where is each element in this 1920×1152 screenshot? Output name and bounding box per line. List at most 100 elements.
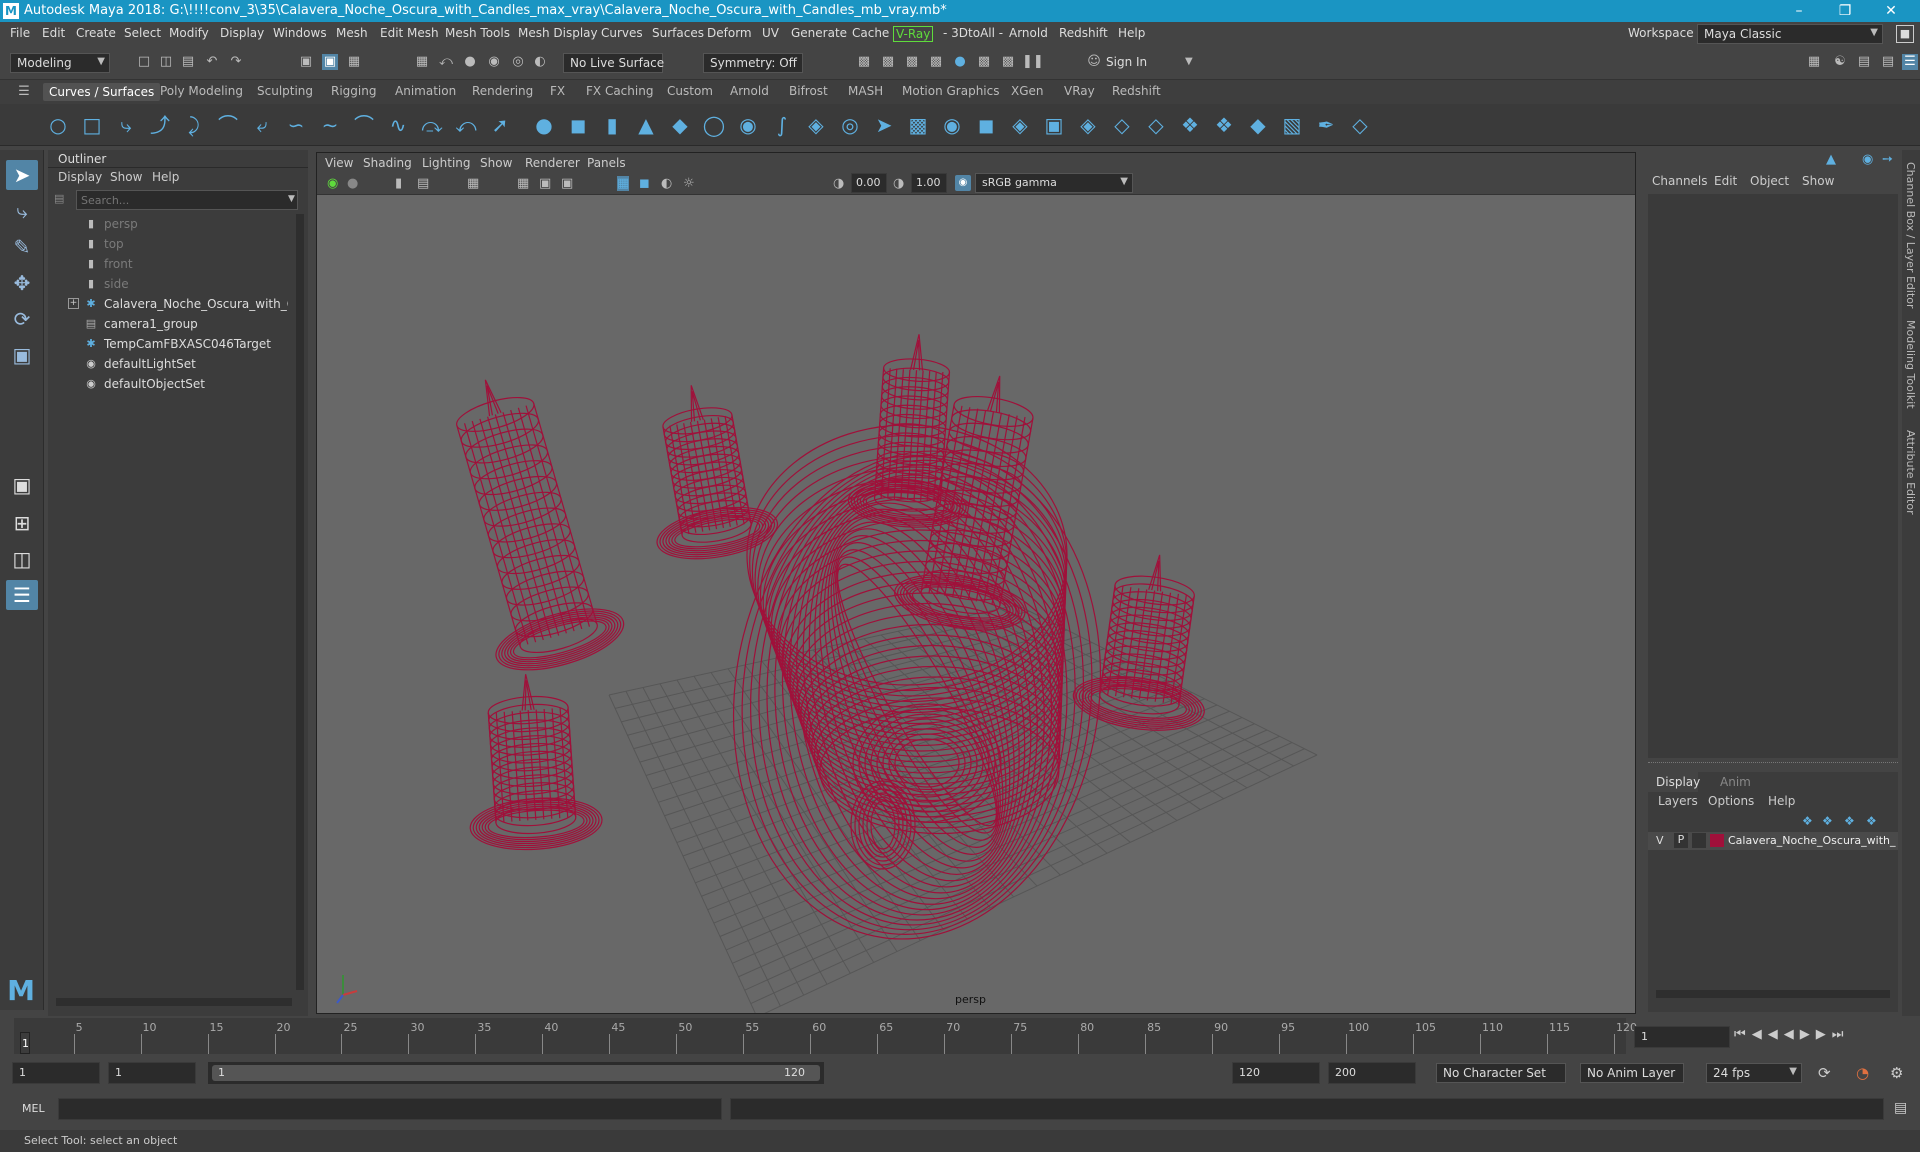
- grid-icon[interactable]: ▦: [467, 176, 479, 191]
- sculpt-surface-icon[interactable]: ✒: [1314, 113, 1338, 137]
- filter-icon[interactable]: ▤: [54, 192, 64, 205]
- lasso-tool-icon[interactable]: ⤷: [6, 196, 38, 226]
- viewport-scene[interactable]: [317, 195, 1635, 1013]
- revolve-icon[interactable]: ◉: [736, 113, 760, 137]
- tab-xgen[interactable]: XGen: [1011, 84, 1044, 98]
- layer-display-type[interactable]: [1692, 833, 1706, 848]
- arc-icon[interactable]: ⌒: [216, 113, 240, 137]
- lock-icon[interactable]: ■: [1896, 25, 1914, 43]
- snap-grid-icon[interactable]: ▦: [414, 54, 430, 70]
- move-tool-icon[interactable]: ✥: [6, 268, 38, 298]
- outliner-item-front[interactable]: ▮ front: [48, 254, 288, 274]
- tab-custom[interactable]: Custom: [667, 84, 713, 98]
- outliner-menu-display[interactable]: Display: [58, 170, 102, 184]
- outliner-horizontal-scrollbar[interactable]: [56, 998, 292, 1006]
- channelbox-menu-channels[interactable]: Channels: [1652, 174, 1708, 188]
- outliner-item-calavera[interactable]: + ✱ Calavera_Noche_Oscura_with_Candles: [48, 294, 288, 314]
- tab-fx-caching[interactable]: FX Caching: [586, 84, 653, 98]
- viewport-menu-view[interactable]: View: [325, 156, 353, 170]
- maximize-icon[interactable]: ❐: [1822, 0, 1868, 22]
- extend-curve-icon[interactable]: ⤺: [454, 113, 478, 137]
- single-perspective-layout-icon[interactable]: ▣: [6, 470, 38, 500]
- menu-mesh[interactable]: Mesh: [336, 26, 368, 40]
- range-slider[interactable]: 1 120: [208, 1062, 824, 1084]
- loop-icon[interactable]: ⟳: [1818, 1064, 1831, 1082]
- new-layer-selected-icon[interactable]: ❖: [1866, 814, 1877, 828]
- viewport-menu-lighting[interactable]: Lighting: [422, 156, 471, 170]
- tab-rigging[interactable]: Rigging: [331, 84, 376, 98]
- render-history-icon[interactable]: ▩: [856, 54, 872, 70]
- outliner-item-side[interactable]: ▮ side: [48, 274, 288, 294]
- bezier-curve-icon[interactable]: ⤶: [250, 113, 274, 137]
- fps-dropdown[interactable]: 24 fps ▼: [1706, 1063, 1802, 1083]
- menu-modify[interactable]: Modify: [169, 26, 209, 40]
- animation-start-field[interactable]: 1: [12, 1062, 100, 1084]
- select-camera-icon[interactable]: ◉: [327, 176, 338, 191]
- cv-curve-icon[interactable]: ⤷: [114, 113, 138, 137]
- symmetry-dropdown[interactable]: Symmetry: Off: [703, 53, 803, 73]
- layer-visibility-toggle[interactable]: V: [1656, 834, 1664, 847]
- outliner-item-persp[interactable]: ▮ persp: [48, 214, 288, 234]
- open-scene-icon[interactable]: ◫: [158, 54, 174, 70]
- outliner-item-default-light-set[interactable]: ◉ defaultLightSet: [48, 354, 288, 374]
- film-gate-icon[interactable]: ▣: [539, 176, 551, 191]
- attach-surface-icon[interactable]: ❖: [1178, 113, 1202, 137]
- animation-end-field[interactable]: 200: [1328, 1062, 1416, 1084]
- select-object-icon[interactable]: ▣: [322, 54, 338, 70]
- playback-start-field[interactable]: 1: [108, 1062, 196, 1084]
- trim-icon[interactable]: ◇: [1110, 113, 1134, 137]
- rebuild-curve-icon[interactable]: ∿: [386, 113, 410, 137]
- fillet-curve-icon[interactable]: ⤼: [420, 113, 444, 137]
- step-back-key-icon[interactable]: ◀: [1752, 1027, 1768, 1042]
- tab-fx[interactable]: FX: [550, 84, 565, 98]
- menu-3dtoall[interactable]: - 3DtoAll -: [943, 26, 1003, 40]
- mode-dropdown[interactable]: Modeling ▼: [10, 53, 110, 73]
- time-slider[interactable]: 5 10 15 20 25 30 35 40 45 50 55 60 65 70 75 80 85 90 95 100…: [0, 1018, 1920, 1054]
- play-backwards-icon[interactable]: ◀: [1784, 1027, 1800, 1042]
- rebuild-surface-icon[interactable]: ▧: [1280, 113, 1304, 137]
- preferences-icon[interactable]: ⚙: [1890, 1064, 1903, 1082]
- viewport-menu-panels[interactable]: Panels: [587, 156, 626, 170]
- select-hierarchy-icon[interactable]: ▣: [298, 54, 314, 70]
- resolution-gate-icon[interactable]: ▣: [561, 176, 573, 191]
- tab-attribute-editor[interactable]: Attribute Editor: [1904, 430, 1917, 515]
- viewport-menu-renderer[interactable]: Renderer: [525, 156, 580, 170]
- menu-windows[interactable]: Windows: [273, 26, 327, 40]
- snap-surface-icon[interactable]: ◎: [510, 54, 526, 70]
- detach-surface-icon[interactable]: ❖: [1212, 113, 1236, 137]
- chevron-down-icon[interactable]: ▼: [288, 194, 295, 204]
- pause-icon[interactable]: ❚❚: [1022, 54, 1044, 70]
- move-layer-down-icon[interactable]: ❖: [1822, 814, 1833, 828]
- layer-icon[interactable]: ➙: [1882, 152, 1893, 167]
- mel-command-input[interactable]: [58, 1098, 722, 1120]
- menu-file[interactable]: File: [10, 26, 30, 40]
- snap-curve-icon[interactable]: ⤺: [438, 54, 454, 70]
- lock-camera-icon[interactable]: ●: [347, 176, 358, 191]
- surface-fillet-icon[interactable]: ◇: [1348, 113, 1372, 137]
- channel-box-icon[interactable]: ☰: [1902, 54, 1918, 70]
- detach-curve-icon[interactable]: ∼: [318, 113, 342, 137]
- birail-icon[interactable]: ➤: [872, 113, 896, 137]
- expand-icon[interactable]: +: [68, 298, 79, 309]
- play-forwards-icon[interactable]: ▶: [1800, 1027, 1816, 1042]
- loft-icon[interactable]: ∫: [770, 113, 794, 137]
- channelbox-menu-object[interactable]: Object: [1750, 174, 1789, 188]
- layer-row[interactable]: V P Calavera_Noche_Oscura_with_: [1648, 832, 1898, 850]
- hypershade-icon[interactable]: ●: [952, 54, 968, 70]
- current-frame-marker[interactable]: 1: [20, 1032, 30, 1054]
- step-back-frame-icon[interactable]: ◀: [1768, 1027, 1784, 1042]
- scale-tool-icon[interactable]: ▣: [6, 340, 38, 370]
- workspace-dropdown[interactable]: Maya Classic ▼: [1697, 24, 1883, 44]
- exposure-field[interactable]: 0.00: [851, 173, 887, 193]
- tab-rendering[interactable]: Rendering: [472, 84, 533, 98]
- outliner-item-tempcam-target[interactable]: ✱ TempCamFBXASC046Target: [48, 334, 288, 354]
- snap-center-icon[interactable]: ◐: [532, 54, 548, 70]
- render-settings-icon[interactable]: ▩: [928, 54, 944, 70]
- select-component-icon[interactable]: ▦: [346, 54, 362, 70]
- step-forward-frame-icon[interactable]: ▶: [1816, 1027, 1832, 1042]
- nurbs-plane-icon[interactable]: ◆: [668, 113, 692, 137]
- vray-settings-icon[interactable]: ▩: [1000, 54, 1016, 70]
- channelbox-menu-show[interactable]: Show: [1802, 174, 1834, 188]
- sign-in-button[interactable]: Sign In: [1106, 55, 1147, 69]
- snap-view-icon[interactable]: ◉: [486, 54, 502, 70]
